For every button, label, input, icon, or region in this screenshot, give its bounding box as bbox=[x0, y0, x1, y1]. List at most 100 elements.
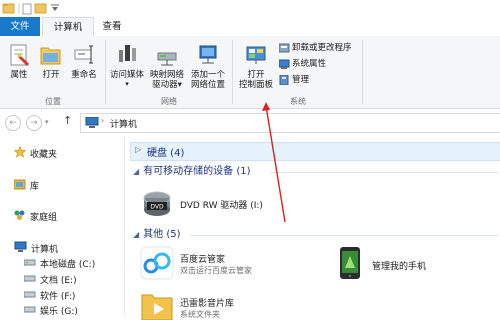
removable-group-header[interactable]: ◢ 有可移动存储的设备 (1) bbox=[133, 164, 251, 180]
add-location-icon bbox=[199, 45, 217, 64]
dvd-drive-label: DVD RW 驱动器 (I:) bbox=[180, 201, 263, 211]
manage-label: 管理 bbox=[292, 75, 310, 85]
media-icon bbox=[119, 45, 136, 62]
back-button[interactable]: ← bbox=[5, 115, 21, 131]
manage-button[interactable]: 管理 bbox=[279, 74, 309, 87]
open-folder-icon bbox=[40, 47, 61, 65]
system-properties-label: 系统属性 bbox=[292, 59, 327, 69]
properties-button[interactable]: 属性 bbox=[4, 42, 34, 80]
nav-drive-label: 本地磁盘 (C:) bbox=[40, 260, 96, 270]
baidu-cloud-title: 百度云管家 bbox=[180, 255, 226, 265]
chevron-down-icon: ◢ bbox=[133, 230, 140, 239]
nav-homegroup[interactable]: 家庭组 bbox=[14, 209, 57, 223]
nav-library-label: 库 bbox=[30, 182, 40, 192]
open-cp-label-line2: 控制面板 bbox=[238, 80, 273, 90]
breadcrumb-computer[interactable]: 计算机 bbox=[110, 117, 137, 130]
uninstall-label: 卸载或更改程序 bbox=[292, 43, 352, 53]
group-divider bbox=[232, 40, 233, 104]
star-icon bbox=[13, 145, 27, 163]
group-network-label: 网络 bbox=[161, 97, 177, 106]
computer-icon bbox=[14, 241, 27, 258]
chevron-down-icon: ▾ bbox=[177, 80, 182, 90]
breadcrumb-separator: › bbox=[101, 116, 105, 125]
rename-button[interactable]: 重命名 bbox=[66, 42, 102, 80]
drive-icon bbox=[23, 273, 36, 288]
homegroup-icon bbox=[14, 209, 26, 226]
group-divider bbox=[105, 40, 106, 104]
nav-drive[interactable]: 文档 (E:) bbox=[23, 273, 77, 288]
drive-icon bbox=[23, 257, 36, 272]
library-icon bbox=[13, 178, 26, 195]
uninstall-program-button[interactable]: 卸载或更改程序 bbox=[278, 42, 352, 55]
nav-drive[interactable]: 软件 (F:) bbox=[23, 289, 76, 303]
dvd-badge: DVD bbox=[150, 204, 164, 211]
chevron-down-icon: ◢ bbox=[133, 167, 140, 176]
group-location-label: 位置 bbox=[45, 97, 61, 106]
ribbon: 属性 打开 重命名 位置 访问媒体 ▾ 映射网络 驱动器▾ 添加一个 网络位置 … bbox=[0, 36, 500, 109]
tab-computer[interactable]: 计算机 bbox=[42, 17, 94, 37]
title-bar bbox=[0, 0, 500, 17]
nav-library[interactable]: 库 bbox=[13, 178, 40, 195]
access-media-button[interactable]: 访问媒体 ▾ bbox=[108, 42, 146, 88]
nav-favorites-label: 收藏夹 bbox=[30, 150, 58, 160]
chevron-right-icon: ▷ bbox=[135, 145, 142, 154]
manage-icon bbox=[279, 74, 290, 85]
open-button[interactable]: 打开 bbox=[36, 42, 66, 80]
add-network-location-button[interactable]: 添加一个 网络位置 bbox=[188, 42, 228, 90]
add-location-label-line2: 网络位置 bbox=[190, 80, 225, 90]
nav-favorites[interactable]: 收藏夹 bbox=[13, 145, 58, 163]
ribbon-tab-bar: 文件 计算机 查看 bbox=[0, 17, 500, 37]
computer-icon bbox=[85, 117, 99, 128]
xunlei-library-item[interactable]: 迅雷影音片库 系统文件夹 bbox=[140, 290, 310, 320]
baidu-cloud-subtitle: 双击运行百度云管家 bbox=[180, 266, 252, 275]
group-separator-line bbox=[270, 172, 498, 173]
system-properties-button[interactable]: 系统属性 bbox=[278, 58, 327, 71]
chevron-down-icon: ▾ bbox=[125, 80, 129, 88]
properties-label: 属性 bbox=[10, 70, 28, 80]
address-bar[interactable]: › 计算机 bbox=[80, 113, 500, 133]
pane-divider bbox=[124, 136, 125, 317]
map-drive-label-line2: 驱动器 bbox=[152, 80, 178, 90]
open-label: 打开 bbox=[42, 70, 60, 80]
nav-computer-label: 计算机 bbox=[31, 245, 59, 255]
nav-drive-label: 软件 (F:) bbox=[40, 292, 76, 302]
map-network-drive-button[interactable]: 映射网络 驱动器▾ bbox=[148, 42, 186, 90]
control-panel-icon bbox=[246, 46, 266, 64]
tab-file[interactable]: 文件 bbox=[0, 17, 40, 36]
forward-button[interactable]: → bbox=[26, 115, 42, 131]
uninstall-icon bbox=[278, 43, 290, 53]
dvd-drive-item[interactable]: DVD DVD RW 驱动器 (I:) bbox=[140, 186, 290, 222]
manage-phone-item[interactable]: 管理我的手机 bbox=[336, 246, 486, 282]
network-drive-icon bbox=[157, 52, 177, 66]
open-cp-label-line1: 打开 bbox=[247, 70, 265, 80]
rename-label: 重命名 bbox=[71, 70, 97, 80]
tab-view[interactable]: 查看 bbox=[96, 17, 128, 36]
up-arrow-icon[interactable]: ↑ bbox=[63, 114, 72, 127]
dvd-drive-icon: DVD bbox=[143, 191, 171, 216]
add-location-label-line1: 添加一个 bbox=[190, 70, 225, 80]
nav-drive[interactable]: 本地磁盘 (C:) bbox=[23, 257, 96, 272]
xunlei-library-title: 迅雷影音片库 bbox=[180, 299, 235, 309]
nav-drive[interactable]: 娱乐 (G:) bbox=[23, 304, 78, 318]
video-folder-icon bbox=[141, 294, 173, 320]
hdd-group-header[interactable]: ▷ 硬盘 (4) bbox=[130, 142, 500, 161]
baidu-cloud-icon bbox=[140, 246, 174, 280]
quick-access-toolbar[interactable] bbox=[2, 2, 62, 15]
phone-icon bbox=[340, 247, 360, 279]
nav-drive-label: 文档 (E:) bbox=[40, 276, 77, 286]
baidu-cloud-item[interactable]: 百度云管家 双击运行百度云管家 bbox=[140, 246, 310, 282]
other-group-header[interactable]: ◢ 其他 (5) bbox=[133, 227, 181, 243]
open-control-panel-button[interactable]: 打开 控制面板 bbox=[236, 42, 276, 90]
group-system-label: 系统 bbox=[290, 97, 306, 106]
nav-computer[interactable]: 计算机 bbox=[14, 241, 58, 255]
manage-phone-title: 管理我的手机 bbox=[372, 262, 427, 272]
removable-group-label: 有可移动存储的设备 (1) bbox=[143, 166, 251, 177]
group-separator-line bbox=[190, 235, 498, 236]
group-divider bbox=[362, 40, 363, 104]
hdd-group-label: 硬盘 (4) bbox=[147, 148, 185, 159]
properties-icon bbox=[10, 44, 29, 66]
nav-drive-label: 娱乐 (G:) bbox=[40, 307, 78, 317]
system-properties-icon bbox=[278, 59, 290, 69]
rename-icon bbox=[74, 45, 93, 64]
recent-locations-dropdown[interactable]: ▾ bbox=[45, 118, 49, 126]
